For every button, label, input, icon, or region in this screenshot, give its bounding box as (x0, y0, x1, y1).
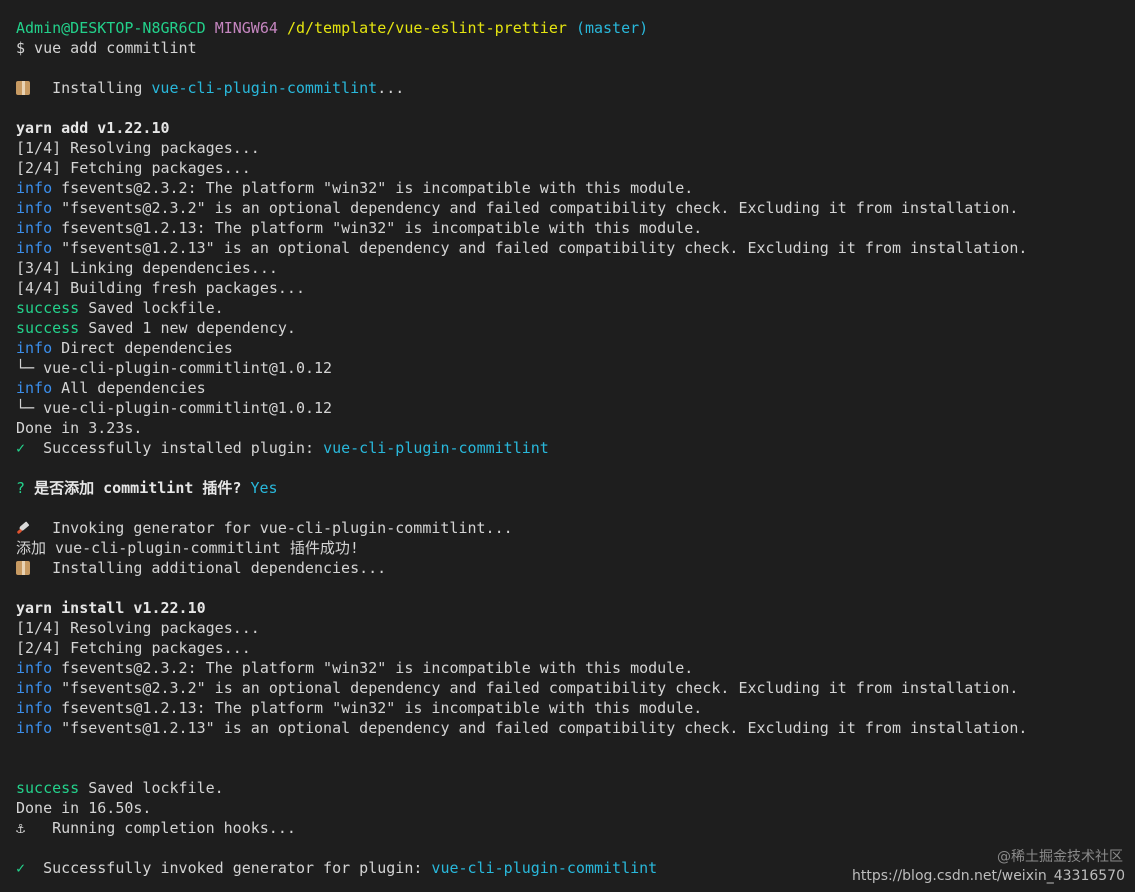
dependency-tree-line: └─ vue-cli-plugin-commitlint@1.0.12 (16, 359, 333, 377)
rocket-icon (16, 521, 32, 535)
log-line: [2/4] Fetching packages... (16, 639, 251, 657)
watermark-url: https://blog.csdn.net/weixin_43316570 (851, 868, 1125, 884)
success-line: success Saved lockfile. (16, 299, 224, 317)
done-line: Done in 3.23s. (16, 419, 143, 437)
log-line: [4/4] Building fresh packages... (16, 279, 305, 297)
hooks-line: ⚓ Running completion hooks... (16, 819, 296, 837)
info-line: info All dependencies (16, 379, 206, 397)
check-icon: ✓ (16, 439, 26, 457)
dependency-tree-line: └─ vue-cli-plugin-commitlint@1.0.12 (16, 399, 333, 417)
question-icon: ? (16, 479, 26, 497)
yarn-install-header: yarn install v1.22.10 (16, 599, 206, 617)
check-icon: ✓ (16, 859, 26, 877)
shell-prompt: Admin@DESKTOP-N8GR6CD MINGW64 /d/templat… (16, 18, 1125, 38)
package-icon (16, 81, 30, 95)
prompt-path: /d/template/vue-eslint-prettier (286, 19, 567, 37)
info-line: info "fsevents@2.3.2" is an optional dep… (16, 679, 1019, 697)
info-line: info fsevents@1.2.13: The platform "win3… (16, 699, 703, 717)
watermark-site: @稀土掘金技术社区 (997, 849, 1123, 865)
terminal-output[interactable]: Admin@DESKTOP-N8GR6CD MINGW64 /d/templat… (16, 18, 1125, 878)
log-line: [2/4] Fetching packages... (16, 159, 251, 177)
success-line: success Saved 1 new dependency. (16, 319, 296, 337)
info-line: info fsevents@2.3.2: The platform "win32… (16, 659, 694, 677)
success-line: success Saved lockfile. (16, 779, 224, 797)
log-line: [1/4] Resolving packages... (16, 619, 260, 637)
yarn-add-header: yarn add v1.22.10 (16, 119, 170, 137)
info-line: info Direct dependencies (16, 339, 233, 357)
package-icon (16, 561, 30, 575)
question-answer: Yes (250, 479, 278, 497)
log-line: [3/4] Linking dependencies... (16, 259, 278, 277)
install-additional-line: Installing additional dependencies... (16, 558, 1125, 578)
info-line: info fsevents@1.2.13: The platform "win3… (16, 219, 703, 237)
installed-line: ✓ Successfully installed plugin: vue-cli… (16, 439, 549, 457)
invoke-line: Invoking generator for vue-cli-plugin-co… (16, 518, 1125, 538)
log-line: [1/4] Resolving packages... (16, 139, 260, 157)
info-line: info "fsevents@2.3.2" is an optional dep… (16, 199, 1019, 217)
added-line: 添加 vue-cli-plugin-commitlint 插件成功! (16, 539, 359, 557)
prompt-system: MINGW64 (214, 19, 278, 37)
info-line: info "fsevents@1.2.13" is an optional de… (16, 719, 1028, 737)
command-line: $ vue add commitlint (16, 39, 197, 57)
prompt-user: Admin@DESKTOP-N8GR6CD (16, 19, 206, 37)
install-plugin-line: Installing vue-cli-plugin-commitlint... (16, 78, 1125, 98)
prompt-question-line: ? 是否添加 commitlint 插件? Yes (16, 479, 278, 497)
prompt-branch: (master) (575, 19, 649, 37)
info-line: info "fsevents@1.2.13" is an optional de… (16, 239, 1028, 257)
info-line: info fsevents@2.3.2: The platform "win32… (16, 179, 694, 197)
anchor-icon: ⚓ (16, 819, 26, 837)
done-line: Done in 16.50s. (16, 799, 152, 817)
